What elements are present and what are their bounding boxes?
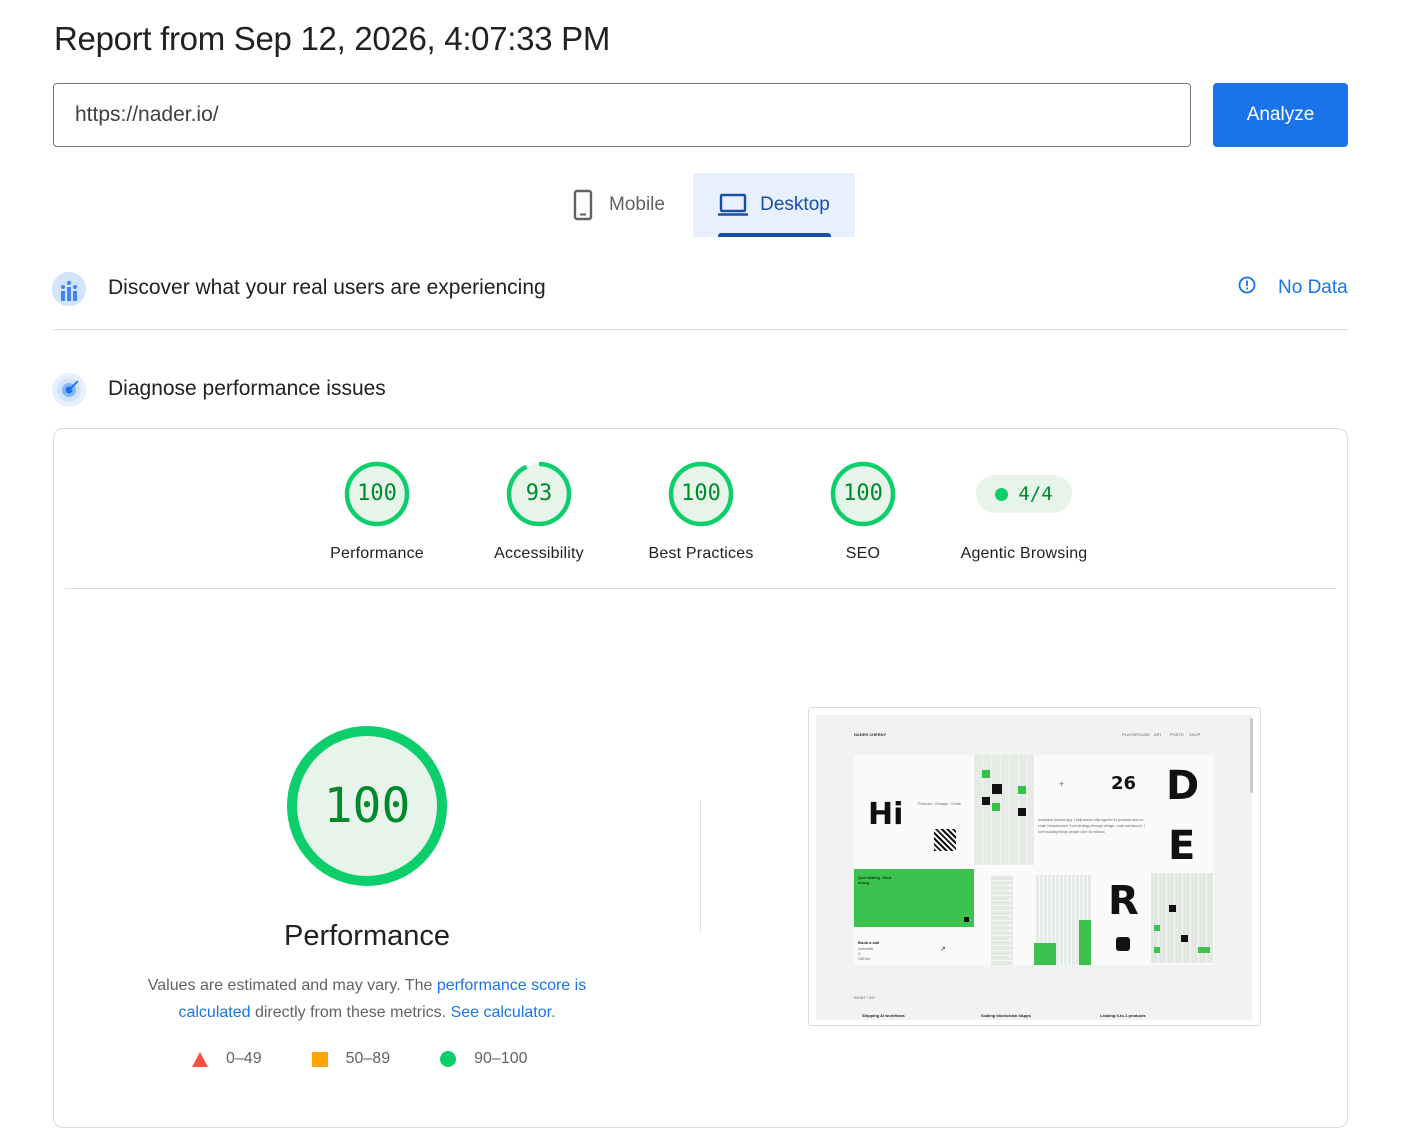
gauge-best-practices[interactable]: 100 Best Practices [621,461,781,563]
site-nav-item: SHOP [1189,732,1201,737]
site-about: Analytical product guy. I help teams shi… [1038,818,1145,834]
card-divider [65,588,1336,589]
diagnose-title: Diagnose performance issues [108,377,386,400]
site-book-call: Book a call [858,940,880,945]
gauge-performance[interactable]: 100 Performance [297,461,457,563]
desc-text: Values are estimated and may vary. The [147,977,437,994]
site-letter: E [1168,823,1196,869]
site-letter: D [1166,763,1200,809]
site-letter: R [1108,878,1139,924]
square-icon [311,1051,328,1067]
agentic-value: 4/4 [1018,483,1053,505]
site-nav-item: PLAYGROUND [1122,732,1150,737]
no-data-label: No Data [1278,277,1348,298]
url-input[interactable] [54,84,1190,146]
site-footer-item: Scaling blockchain dApps [981,1013,1031,1018]
circle-icon [440,1051,457,1067]
legend-average: 50–89 [311,1050,391,1068]
gauge-score: 100 [843,481,883,506]
gauge-score: 93 [525,481,553,506]
plus-icon: + [1059,779,1065,789]
section-divider [53,329,1348,330]
arrow-icon: ↗ [940,946,946,953]
site-footer-item: Leading 0-to-1 products [1100,1013,1146,1018]
gauge-label: Best Practices [648,545,754,562]
gauge-accessibility[interactable]: 93 Accessibility [459,461,619,563]
gauge-label: SEO [845,545,881,562]
gauge-label: Agentic Browsing [960,545,1088,562]
field-data-title: Discover what your real users are experi… [108,276,546,299]
no-data-link[interactable]: No Data [1238,276,1348,300]
tshirt-icon [1116,937,1130,951]
score-legend: 0–49 50–89 90–100 [192,1050,577,1068]
site-tagline: Product · Design · Code [918,801,961,806]
url-field[interactable] [53,83,1191,147]
page-screenshot[interactable]: NADER CHERNY PLAYGROUND ART POSTS SHOP H… [808,707,1261,1026]
tab-mobile-label: Mobile [609,194,665,215]
report-title: Report from Sep 12, 2026, 4:07:33 PM [54,20,611,57]
site-nav-item: ART [1154,732,1162,737]
triangle-icon [192,1051,208,1067]
screenshot-scrollbar[interactable] [1250,718,1253,793]
gauge-agentic-browsing[interactable]: 4/4 Agentic Browsing [944,461,1104,563]
site-nav-item: POSTS [1170,732,1184,737]
pass-dot-icon [995,487,1009,501]
gauge-score: 100 [357,481,397,506]
site-green-text: Quit talking. Start doing. [858,875,892,885]
info-icon [1238,276,1256,300]
performance-description: Values are estimated and may vary. The p… [120,972,614,1026]
legend-fail: 0–49 [192,1050,262,1068]
tab-mobile[interactable]: Mobile [565,173,693,237]
tab-desktop[interactable]: Desktop [693,173,855,237]
desc-text: directly from these metrics. [250,1004,451,1021]
active-tab-indicator [718,233,831,237]
see-calculator-link[interactable]: See calculator. [451,1004,556,1021]
diagnose-icon [52,373,86,407]
gauge-label: Accessibility [494,545,584,562]
legend-range: 50–89 [345,1050,391,1067]
screenshot-content: NADER CHERNY PLAYGROUND ART POSTS SHOP H… [816,715,1252,1020]
site-name: NADER CHERNY [854,732,887,737]
vertical-separator [700,800,701,932]
site-footer-item: Shipping AI workflows [862,1013,905,1018]
performance-big-score: 100 [323,778,411,834]
site-link: GitHub [858,956,871,961]
agentic-badge: 4/4 [976,475,1072,513]
legend-range: 0–49 [226,1050,262,1067]
phone-icon [573,189,593,221]
performance-big-label: Performance [283,920,450,952]
analyze-button[interactable]: Analyze [1213,83,1348,147]
real-users-icon [52,272,86,306]
site-number: 26 [1111,773,1137,794]
site-hi-heading: Hi [868,797,904,832]
legend-range: 90–100 [474,1050,528,1067]
qr-code-icon [934,829,956,851]
site-section-label: WHAT I DO [854,995,875,1000]
gauge-score: 100 [681,481,721,506]
gauge-label: Performance [330,545,424,562]
tab-desktop-label: Desktop [760,194,830,215]
gauge-seo[interactable]: 100 SEO [783,461,943,563]
laptop-icon [718,193,749,217]
legend-pass: 90–100 [440,1050,527,1068]
